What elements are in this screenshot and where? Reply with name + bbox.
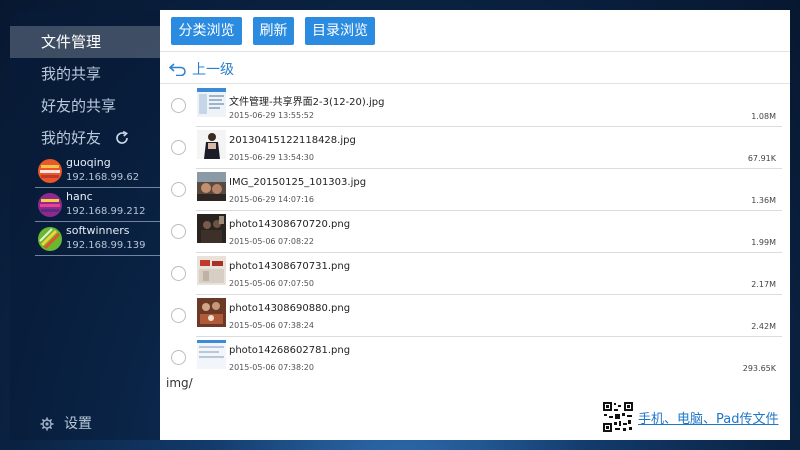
file-name: IMG_20150125_101303.jpg: [229, 177, 367, 188]
friend-ip: 192.168.99.62: [66, 172, 140, 183]
category-browse-button[interactable]: 分类浏览: [171, 17, 242, 45]
image-thumbnail-icon: [197, 298, 226, 327]
friend-item-guoqing[interactable]: guoqing 192.168.99.62: [35, 155, 170, 188]
refresh-button[interactable]: 刷新: [253, 17, 294, 45]
file-name: photo14308670720.png: [229, 219, 351, 230]
file-size: 2.17M: [751, 280, 776, 289]
friend-name: guoqing: [66, 156, 111, 169]
current-path: img/: [166, 376, 193, 390]
file-select-radio[interactable]: [171, 224, 186, 239]
friend-name: softwinners: [66, 224, 130, 237]
file-size: 67.91K: [747, 154, 776, 163]
image-thumbnail-icon: [197, 214, 226, 243]
friend-item-softwinners[interactable]: softwinners 192.168.99.139: [35, 223, 170, 256]
image-thumbnail-icon: [197, 130, 226, 159]
friend-avatar-icon: [38, 227, 62, 251]
back-arrow-icon: [168, 63, 186, 76]
file-date: 2015-05-06 07:07:50: [229, 279, 314, 288]
file-size: 293.65K: [742, 364, 776, 373]
qr-code-icon: [602, 401, 634, 433]
friend-ip: 192.168.99.212: [66, 206, 146, 217]
file-row[interactable]: 20130415122118428.jpg 2015-06-29 13:54:3…: [160, 127, 790, 169]
nav-file-manager[interactable]: 文件管理: [10, 26, 160, 58]
nav-my-share[interactable]: 我的共享: [10, 58, 160, 90]
sidebar: 文件管理 我的共享 好友的共享 我的好友 guoqing 192.168.99.…: [10, 10, 170, 440]
file-select-radio[interactable]: [171, 98, 186, 113]
file-size: 1.36M: [751, 196, 776, 205]
nav-label: 好友的共享: [41, 97, 117, 115]
nav-label: 文件管理: [41, 33, 102, 51]
nav-friends-share[interactable]: 好友的共享: [10, 90, 160, 122]
file-select-radio[interactable]: [171, 182, 186, 197]
settings-button[interactable]: 设置: [40, 413, 150, 435]
image-thumbnail-icon: [197, 172, 226, 201]
file-name: photo14268602781.png: [229, 345, 351, 356]
directory-browse-button[interactable]: 目录浏览: [305, 17, 375, 45]
file-date: 2015-05-06 07:08:22: [229, 237, 314, 246]
file-row[interactable]: 文件管理-共享界面2-3(12-20).jpg 2015-06-29 13:55…: [160, 85, 790, 127]
nav-my-friends[interactable]: 我的好友: [10, 122, 160, 154]
file-select-radio[interactable]: [171, 350, 186, 365]
toolbar-divider: [160, 51, 790, 52]
file-select-radio[interactable]: [171, 266, 186, 281]
settings-label: 设置: [64, 416, 92, 432]
file-name: photo14308670731.png: [229, 261, 351, 272]
file-date: 2015-05-06 07:38:24: [229, 321, 314, 330]
file-date: 2015-06-29 14:07:16: [229, 195, 314, 204]
transfer-files-link[interactable]: 手机、电脑、Pad传文件: [638, 408, 778, 427]
header-divider: [160, 83, 790, 84]
friend-avatar-icon: [38, 159, 62, 183]
file-browser-panel: 分类浏览 刷新 目录浏览 上一级 文件管理-共享界面2-3(12-20).jpg…: [160, 10, 790, 440]
file-row[interactable]: photo14308670720.png 2015-05-06 07:08:22…: [160, 211, 790, 253]
friend-name: hanc: [66, 190, 93, 203]
file-select-radio[interactable]: [171, 308, 186, 323]
file-row[interactable]: photo14268602781.png 2015-05-06 07:38:20…: [160, 337, 790, 377]
image-thumbnail-icon: [197, 256, 226, 285]
friend-avatar-icon: [38, 193, 62, 217]
file-size: 1.08M: [751, 112, 776, 121]
go-up-label: 上一级: [192, 62, 234, 78]
file-date: 2015-05-06 07:38:20: [229, 363, 314, 372]
image-thumbnail-icon: [197, 88, 226, 117]
file-list: 文件管理-共享界面2-3(12-20).jpg 2015-06-29 13:55…: [160, 85, 790, 377]
file-row[interactable]: photo14308690880.png 2015-05-06 07:38:24…: [160, 295, 790, 337]
image-thumbnail-icon: [197, 340, 226, 369]
file-size: 2.42M: [751, 322, 776, 331]
friend-item-hanc[interactable]: hanc 192.168.99.212: [35, 189, 170, 222]
refresh-icon[interactable]: [114, 130, 130, 146]
file-row[interactable]: IMG_20150125_101303.jpg 2015-06-29 14:07…: [160, 169, 790, 211]
file-date: 2015-06-29 13:54:30: [229, 153, 314, 162]
nav-label: 我的共享: [41, 65, 102, 83]
file-name: photo14308690880.png: [229, 303, 351, 314]
gear-icon: [40, 417, 54, 431]
file-name: 文件管理-共享界面2-3(12-20).jpg: [229, 97, 385, 108]
file-row[interactable]: photo14308670731.png 2015-05-06 07:07:50…: [160, 253, 790, 295]
nav-label: 我的好友: [41, 129, 102, 147]
friend-ip: 192.168.99.139: [66, 240, 146, 251]
file-date: 2015-06-29 13:55:52: [229, 111, 314, 120]
file-size: 1.99M: [751, 238, 776, 247]
file-name: 20130415122118428.jpg: [229, 135, 356, 146]
file-select-radio[interactable]: [171, 140, 186, 155]
